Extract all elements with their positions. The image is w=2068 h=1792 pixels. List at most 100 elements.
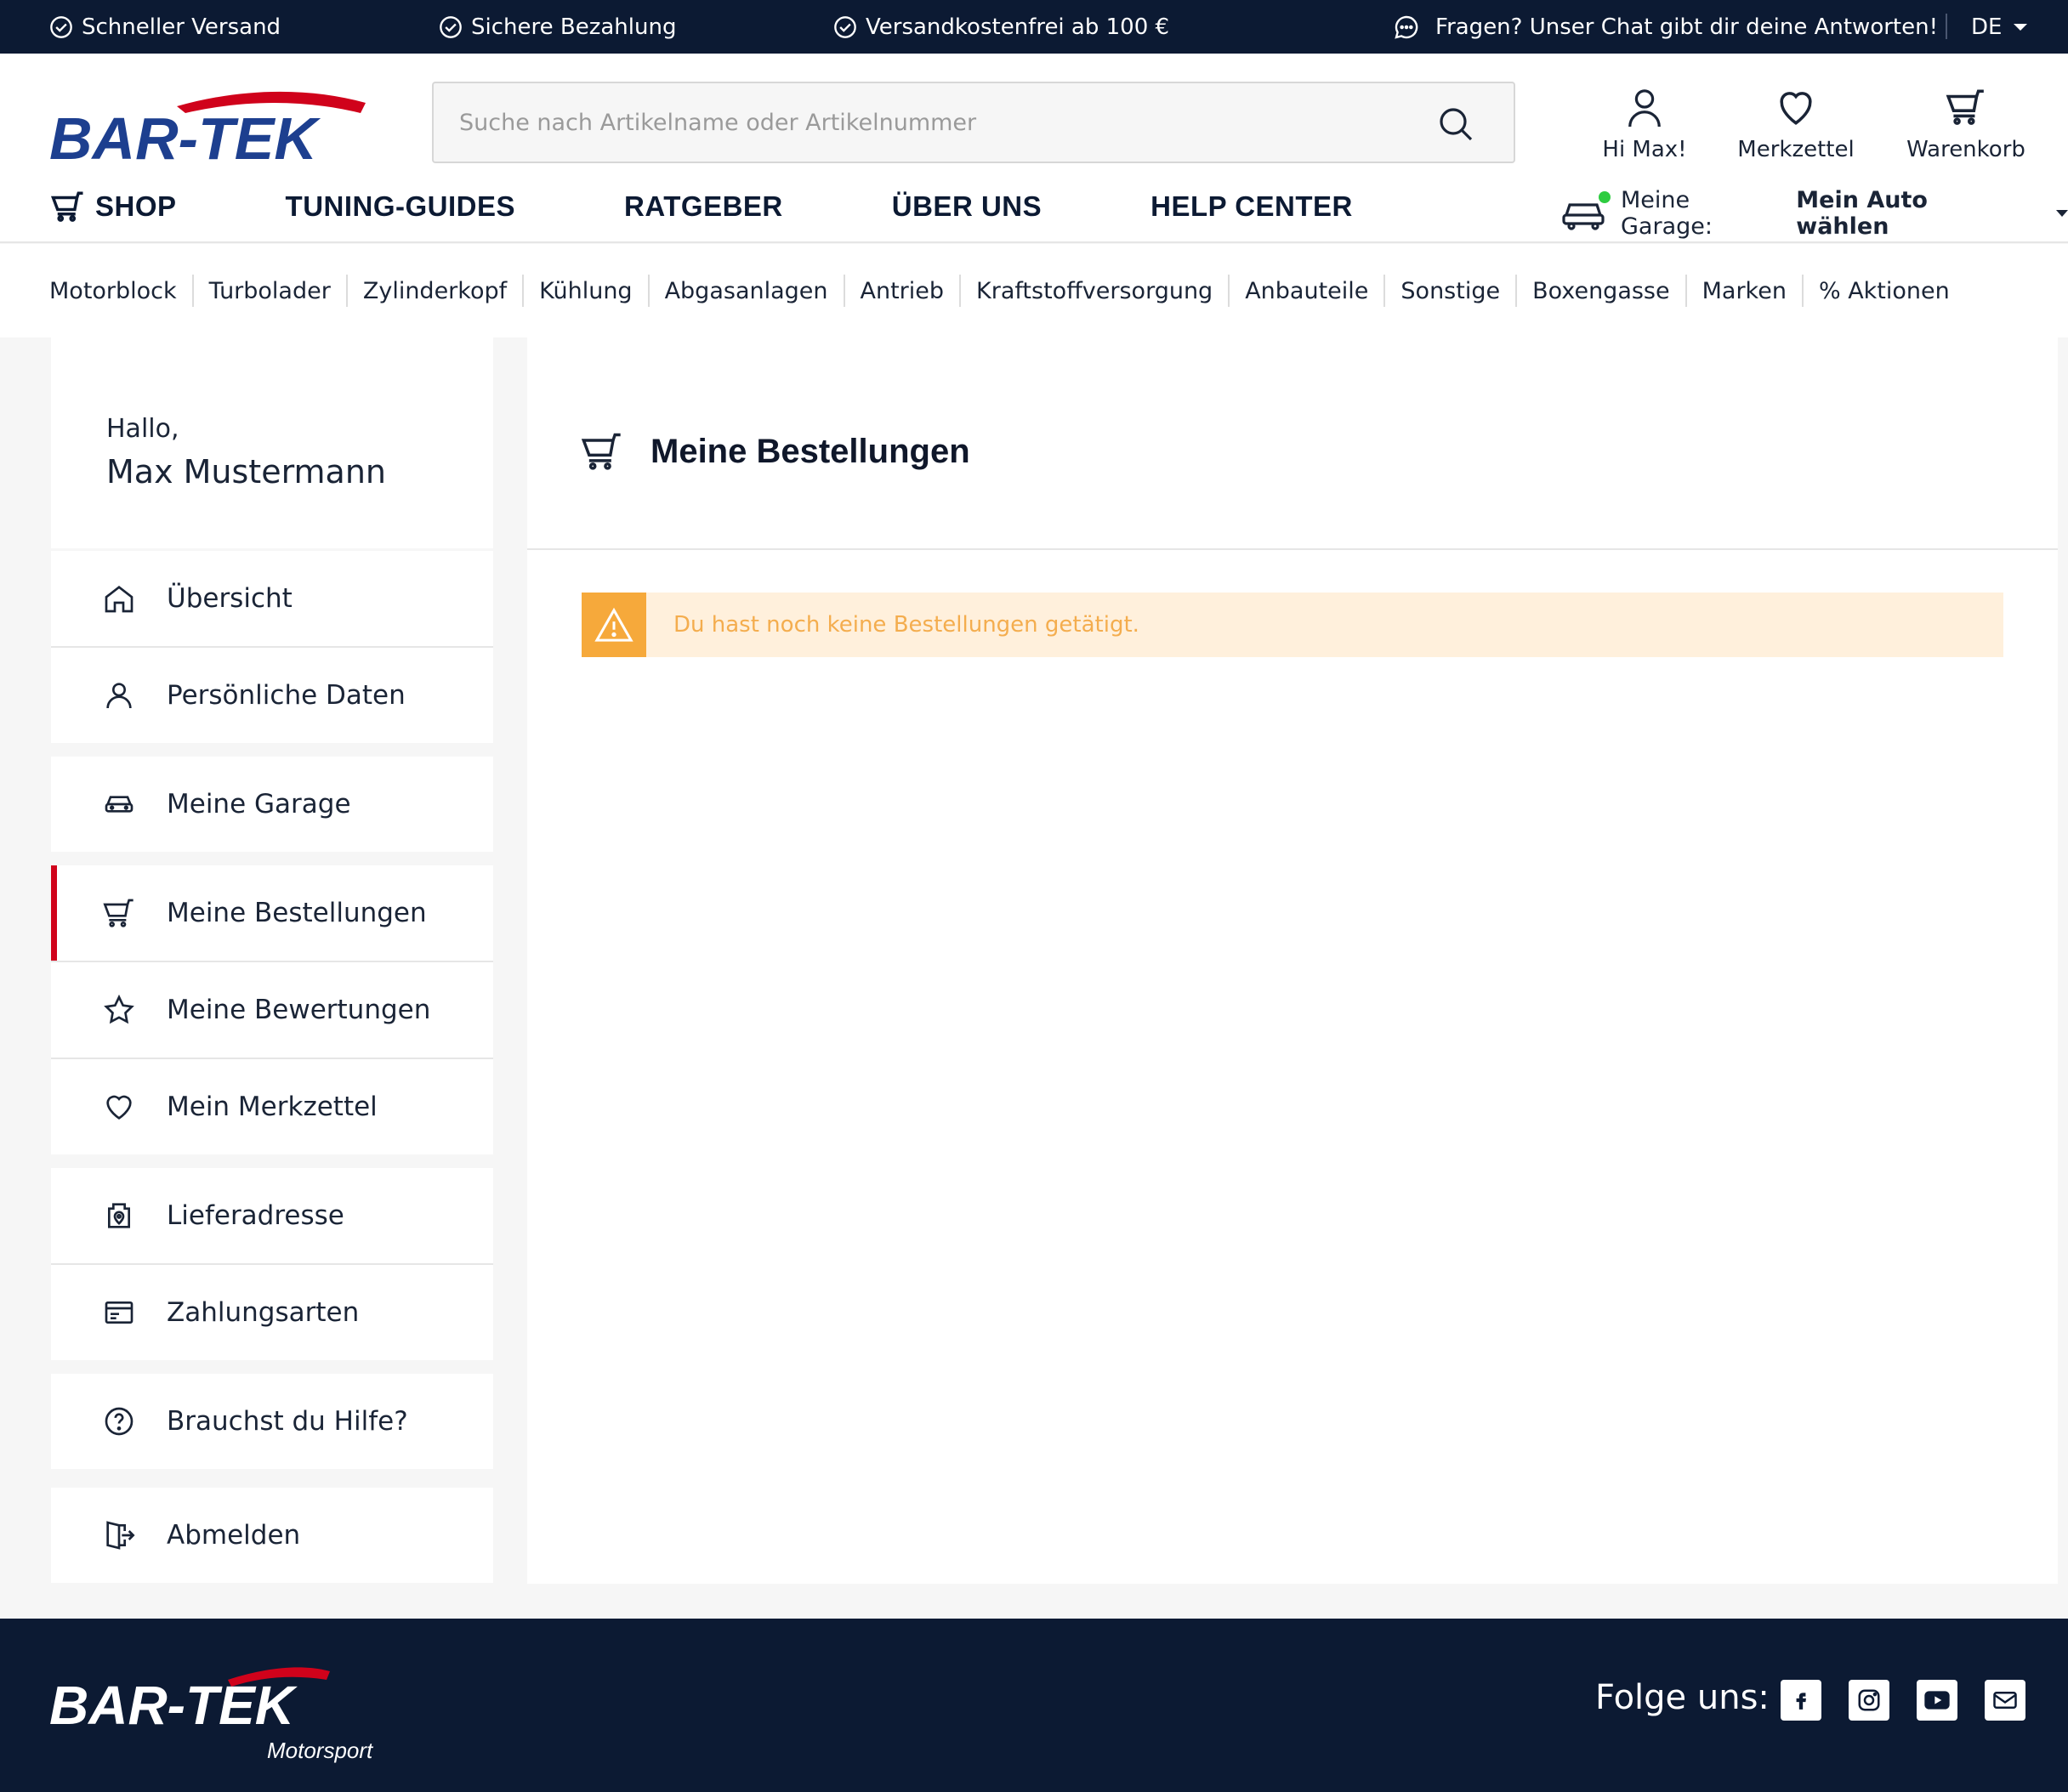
logo-text: BAR-TEK [49,105,321,172]
category-motorblock[interactable]: Motorblock [49,278,192,304]
sidebar-item-label: Mein Merkzettel [167,1092,378,1122]
facebook-icon[interactable] [1781,1680,1821,1721]
usp-fast-shipping: Schneller Versand [49,0,281,54]
garage-label: Meine Garage: [1621,187,1713,240]
topbar-divider [1946,14,1947,39]
category-kuehlung[interactable]: Kühlung [539,278,647,304]
category-divider [959,275,962,307]
usp-secure-payment: Sichere Bezahlung [439,0,676,54]
category-kraftstoffversorgung[interactable]: Kraftstoffversorgung [976,278,1228,304]
category-divider [1685,275,1687,307]
category-turbolader[interactable]: Turbolader [209,278,346,304]
category-divider [1515,275,1518,307]
category-aktionen[interactable]: % Aktionen [1819,278,1965,304]
category-divider [1228,275,1230,307]
car-icon [1561,196,1605,230]
credit-card-icon [102,1296,136,1330]
account-button[interactable]: Hi Max! [1560,86,1730,171]
instagram-icon[interactable] [1849,1680,1889,1721]
car-icon [102,787,136,821]
page-title: Meine Bestellungen [651,433,970,470]
search-icon[interactable] [1435,104,1476,145]
check-circle-icon [833,15,857,39]
garage-status-dot [1599,191,1611,203]
search-input[interactable] [459,83,1395,162]
cart-button[interactable]: Warenkorb [1881,86,2051,171]
sidebar-item-address[interactable]: Lieferadresse [51,1168,493,1263]
category-divider [1801,275,1804,307]
footer-logo-text: BAR-TEK [49,1675,298,1736]
category-marken[interactable]: Marken [1702,278,1802,304]
sidebar-item-label: Meine Bewertungen [167,995,431,1025]
sidebar-item-help[interactable]: Brauchst du Hilfe? [51,1374,493,1469]
sidebar-item-orders[interactable]: Meine Bestellungen [51,865,493,961]
sidebar-group-settings: Lieferadresse Zahlungsarten [51,1168,493,1360]
category-anbauteile[interactable]: Anbauteile [1245,278,1383,304]
orders-panel: Meine Bestellungen Du hast noch keine Be… [527,337,2058,1584]
sidebar-item-payment[interactable]: Zahlungsarten [51,1265,493,1360]
category-zylinderkopf[interactable]: Zylinderkopf [363,278,522,304]
wishlist-label: Merkzettel [1737,137,1855,162]
sidebar-item-reviews[interactable]: Meine Bewertungen [51,962,493,1058]
bartek-logo[interactable]: BAR-TEK [49,88,372,173]
nav-ratgeber[interactable]: RATGEBER [624,190,783,223]
sidebar-item-logout[interactable]: Abmelden [51,1488,493,1583]
caret-down-icon [2056,210,2068,217]
heart-icon [102,1090,136,1124]
category-antrieb[interactable]: Antrieb [861,278,960,304]
site-footer: BAR-TEK Motorsport Folge uns: [0,1619,2068,1792]
cart-icon [580,429,624,474]
usp-fast-shipping-label: Schneller Versand [82,14,281,40]
email-icon[interactable] [1985,1680,2025,1721]
language-label: DE [1971,14,2003,40]
question-circle-icon [102,1404,136,1438]
sidebar-item-label: Abmelden [167,1520,301,1551]
sidebar-item-overview[interactable]: Übersicht [51,551,493,646]
sidebar-group-account: Übersicht Persönliche Daten [51,551,493,743]
youtube-icon[interactable] [1917,1680,1957,1721]
category-sonstige[interactable]: Sonstige [1400,278,1515,304]
nav-shop[interactable]: SHOP [49,189,177,224]
sidebar-item-wishlist[interactable]: Mein Merkzettel [51,1059,493,1154]
greeting-text: Hallo, [106,414,179,444]
sidebar-group-garage: Meine Garage [51,757,493,852]
chat-link[interactable]: Fragen? Unser Chat gibt dir deine Antwor… [1393,0,1938,54]
sidebar-group-help: Brauchst du Hilfe? [51,1374,493,1469]
category-divider [191,275,194,307]
category-divider [522,275,525,307]
user-icon [1625,86,1664,128]
garage-value: Mein Auto wählen [1796,187,1928,240]
nav-tuning-guides[interactable]: TUNING-GUIDES [286,190,516,223]
sidebar-item-label: Lieferadresse [167,1200,344,1231]
chat-bubble-icon [1393,14,1420,41]
caret-down-icon [2014,23,2028,31]
sidebar-group-activity: Meine Bestellungen Meine Bewertungen Mei… [51,865,493,1154]
orders-header: Meine Bestellungen [527,337,2058,550]
check-circle-icon [49,15,73,39]
home-icon [102,581,136,615]
usp-free-shipping-label: Versandkostenfrei ab 100 € [866,14,1170,40]
category-bar: Motorblock Turbolader Zylinderkopf Kühlu… [0,244,2068,337]
sidebar-item-label: Persönliche Daten [167,680,406,711]
cart-label: Warenkorb [1906,137,2025,162]
nav-shop-label: SHOP [95,190,177,222]
nav-ueber-uns[interactable]: ÜBER UNS [892,190,1042,223]
category-boxengasse[interactable]: Boxengasse [1532,278,1685,304]
chat-link-label: Fragen? Unser Chat gibt dir deine Antwor… [1435,14,1939,40]
sidebar-item-personal-data[interactable]: Persönliche Daten [51,648,493,743]
main-navigation: SHOP TUNING-GUIDES RATGEBER ÜBER UNS HEL… [49,181,1353,232]
cart-icon [49,189,87,224]
category-abgasanlagen[interactable]: Abgasanlagen [665,278,844,304]
sidebar-item-label: Meine Bestellungen [167,898,427,928]
sidebar-item-garage[interactable]: Meine Garage [51,757,493,852]
wishlist-button[interactable]: Merkzettel [1711,86,1881,171]
garage-selector[interactable]: Meine Garage: Mein Auto wählen [1561,187,2068,240]
footer-logo[interactable]: BAR-TEK Motorsport [49,1663,406,1765]
alert-message: Du hast noch keine Bestellungen getätigt… [673,612,1139,638]
language-selector[interactable]: DE [1971,0,2028,54]
category-divider [647,275,650,307]
nav-help-center[interactable]: HELP CENTER [1150,190,1353,223]
cart-icon [102,896,136,930]
follow-us-label: Folge uns: [1595,1678,1770,1717]
user-name: Max Mustermann [106,453,387,491]
